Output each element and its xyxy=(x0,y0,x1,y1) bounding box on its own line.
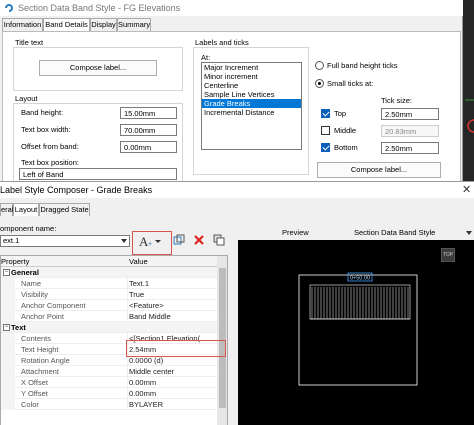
dialog-title-bar: Section Data Band Style - FG Elevations xyxy=(0,0,463,16)
draw-order-button[interactable] xyxy=(212,234,226,250)
table-row[interactable]: Attachment Middle center xyxy=(1,366,217,377)
full-band-ticks-label: Full band height ticks xyxy=(327,61,398,70)
text-box-width-label: Text box width: xyxy=(21,125,71,134)
copy-component-button[interactable] xyxy=(172,234,186,250)
table-row[interactable]: Anchor Component <Feature> xyxy=(1,300,217,311)
tab-summary[interactable]: Summary xyxy=(117,18,151,32)
band-height-field[interactable]: 15.00mm xyxy=(120,107,177,119)
compose-label-button[interactable]: Compose label... xyxy=(39,60,157,76)
property-grid-scroll-thumb[interactable] xyxy=(219,268,226,408)
layout-group-label: Layout xyxy=(15,94,38,103)
tab-band-details[interactable]: Band Details xyxy=(43,18,90,32)
highlight-add-text-button xyxy=(132,231,172,255)
at-item-major-increment[interactable]: Major Increment xyxy=(202,63,301,72)
at-item-minor-increment[interactable]: Minor increment xyxy=(202,72,301,81)
highlight-contents-value xyxy=(126,340,226,357)
offset-from-band-label: Offset from band: xyxy=(21,142,79,151)
preview-style-select[interactable]: Section Data Band Style xyxy=(354,228,435,237)
drawing-area-strip xyxy=(463,0,474,184)
preview-label-text: 0+50.00 xyxy=(350,276,370,282)
tab-information[interactable]: Information xyxy=(2,18,43,32)
table-row[interactable]: Visibility True xyxy=(1,289,217,300)
full-band-ticks-radio[interactable] xyxy=(315,61,324,70)
value-column-header: Value xyxy=(129,257,148,266)
preview-header: Preview Section Data Band Style xyxy=(238,227,474,239)
band-height-label: Band height: xyxy=(21,108,64,117)
tab-dragged-state[interactable]: Dragged State xyxy=(39,203,90,216)
section-data-band-style-dialog: Section Data Band Style - FG Elevations … xyxy=(0,0,463,185)
text-box-position-select[interactable]: Left of Band xyxy=(19,168,177,180)
preview-canvas: 0+50.00 xyxy=(238,240,474,425)
collapse-icon[interactable]: − xyxy=(3,324,10,331)
middle-tick-checkbox[interactable] xyxy=(321,126,330,135)
draw-order-icon xyxy=(213,234,225,246)
chevron-down-icon xyxy=(121,239,127,243)
table-row[interactable]: Anchor Point Band Middle xyxy=(1,311,217,322)
band-hatching xyxy=(311,287,409,319)
table-row[interactable]: X Offset 0.00mm xyxy=(1,377,217,388)
composer-title: Label Style Composer - Grade Breaks xyxy=(0,185,153,195)
preview-label: Preview xyxy=(282,228,309,237)
delete-icon xyxy=(194,235,204,245)
delete-component-button[interactable] xyxy=(192,234,206,250)
close-icon[interactable]: ✕ xyxy=(462,183,471,196)
at-item-incremental-distance[interactable]: Incremental Distance xyxy=(202,108,301,117)
category-general[interactable]: − General xyxy=(1,267,217,278)
component-name-value: ext.1 xyxy=(3,236,20,245)
bottom-tick-label: Bottom xyxy=(334,143,358,152)
component-name-select[interactable]: ext.1 xyxy=(0,235,130,247)
labels-ticks-group-label: Labels and ticks xyxy=(195,38,249,47)
chevron-down-icon xyxy=(466,231,472,235)
tab-general[interactable]: eral xyxy=(0,203,14,216)
preview-drawing: 0+50.00 xyxy=(298,272,418,386)
preview-top-view-button[interactable]: TOP xyxy=(441,248,455,262)
property-grid-header: Property Value xyxy=(1,256,217,267)
at-item-centerline[interactable]: Centerline xyxy=(202,81,301,90)
compose-label-button-ticks[interactable]: Compose label... xyxy=(317,162,441,178)
bottom-tick-size-field[interactable]: 2.50mm xyxy=(381,142,439,154)
top-tick-label: Top xyxy=(334,109,347,118)
table-row[interactable]: Name Text.1 xyxy=(1,278,217,289)
text-box-position-label: Text box position: xyxy=(21,158,79,167)
bottom-tick-checkbox[interactable] xyxy=(321,143,330,152)
civil3d-app-icon xyxy=(5,4,13,12)
copy-icon xyxy=(173,234,185,245)
category-text[interactable]: − Text xyxy=(1,322,217,333)
at-item-grade-breaks[interactable]: Grade Breaks xyxy=(202,99,301,108)
dialog-title: Section Data Band Style - FG Elevations xyxy=(18,3,181,13)
top-tick-size-field[interactable]: 2.50mm xyxy=(381,108,439,120)
table-row[interactable]: Y Offset 0.00mm xyxy=(1,388,217,399)
collapse-icon[interactable]: − xyxy=(3,269,10,276)
tick-size-label: Tick size: xyxy=(381,96,412,105)
tab-display[interactable]: Display xyxy=(90,18,117,32)
label-style-composer-dialog: Label Style Composer - Grade Breaks ✕ er… xyxy=(0,181,474,425)
composer-title-bar: Label Style Composer - Grade Breaks ✕ xyxy=(0,182,474,198)
band-details-panel: Title text Compose label... Layout Band … xyxy=(2,31,461,185)
at-list[interactable]: Major Increment Minor increment Centerli… xyxy=(201,62,302,150)
drawing-marks-icon xyxy=(465,99,474,133)
component-name-label: omponent name: xyxy=(0,224,57,233)
table-row[interactable]: Color BYLAYER xyxy=(1,399,217,410)
property-column-header: Property xyxy=(1,257,30,266)
middle-tick-label: Middle xyxy=(334,126,357,135)
small-ticks-radio[interactable] xyxy=(315,79,324,88)
tab-layout[interactable]: Layout xyxy=(13,203,39,216)
title-text-group-label: Title text xyxy=(15,38,44,47)
offset-from-band-field[interactable]: 0.00mm xyxy=(120,141,177,153)
text-box-width-field[interactable]: 70.00mm xyxy=(120,124,177,136)
top-tick-checkbox[interactable] xyxy=(321,109,330,118)
at-item-sample-line-vertices[interactable]: Sample Line Vertices xyxy=(202,90,301,99)
at-label: At: xyxy=(201,53,211,62)
small-ticks-label: Small ticks at: xyxy=(327,79,374,88)
middle-tick-size-field[interactable]: 20.83mm xyxy=(381,125,439,137)
